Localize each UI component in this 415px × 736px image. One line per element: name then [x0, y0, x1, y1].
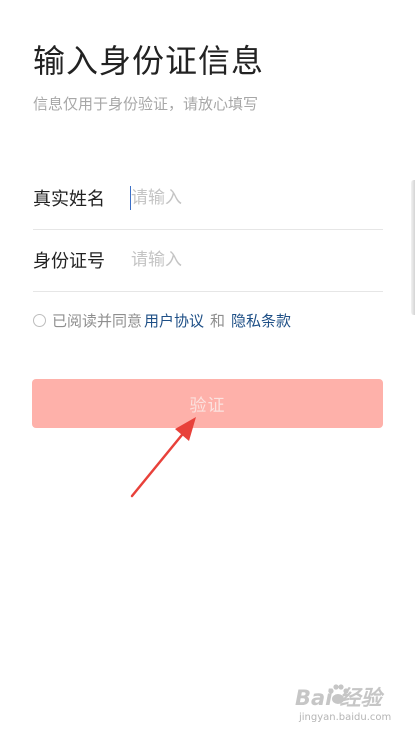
watermark-url: jingyan.baidu.com: [299, 712, 392, 723]
name-input[interactable]: [131, 183, 383, 213]
agreement-row: 已阅读并同意 用户协议 和 隐私条款: [33, 310, 293, 331]
agreement-radio[interactable]: [33, 314, 46, 327]
agreement-prefix: 已阅读并同意: [52, 312, 143, 330]
name-label: 真实姓名: [33, 189, 105, 210]
id-label: 身份证号: [33, 251, 105, 272]
text-cursor: [130, 186, 131, 210]
paw-icon: [328, 684, 349, 704]
baidu-watermark: Bai 经验 jingyan.baidu.com: [295, 682, 407, 730]
page-subtitle: 信息仅用于身份验证，请放心填写: [33, 95, 259, 113]
id-number-input[interactable]: [131, 245, 383, 275]
user-agreement-link[interactable]: 用户协议: [144, 310, 204, 331]
arrow-shaft: [130, 428, 188, 498]
id-row: 身份证号: [33, 229, 383, 292]
privacy-terms-link[interactable]: 隐私条款: [231, 310, 291, 331]
red-arrow-annotation: [130, 417, 196, 498]
scroll-edge: [411, 180, 415, 315]
page-title: 输入身份证信息: [33, 42, 265, 80]
name-row: 真实姓名: [33, 167, 383, 230]
arrow-head: [175, 417, 196, 441]
agreement-conjunction: 和: [210, 312, 226, 330]
